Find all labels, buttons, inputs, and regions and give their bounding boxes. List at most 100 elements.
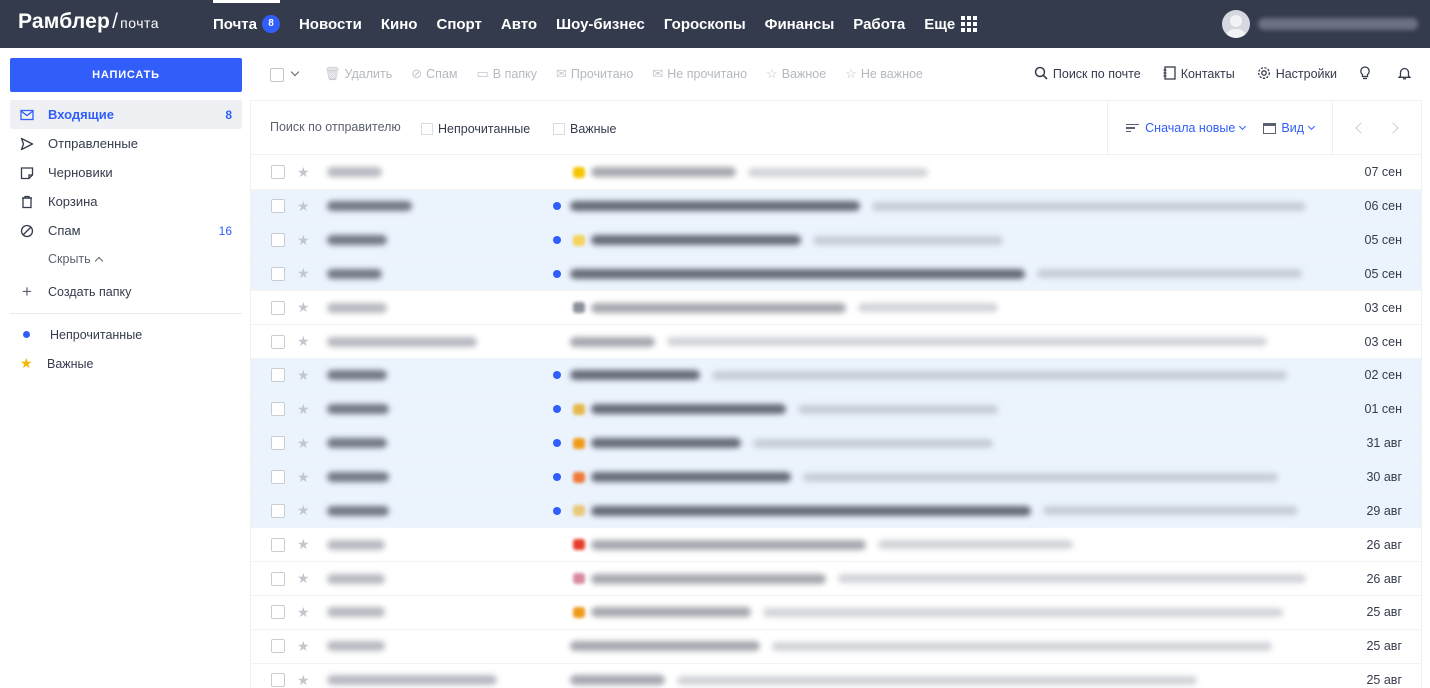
toolbar-action-star-off[interactable]: ☆ Не важное: [845, 66, 923, 82]
mail-checkbox[interactable]: [271, 165, 285, 180]
tips-button[interactable]: [1359, 65, 1376, 83]
mail-row[interactable]: ★ 25 авг: [251, 630, 1421, 664]
unread-dot-icon[interactable]: [553, 371, 561, 380]
mail-row[interactable]: ★ 03 сен: [251, 291, 1421, 326]
mail-row[interactable]: ★ 01 сен: [251, 392, 1421, 427]
mail-row[interactable]: ★ 07 сен: [251, 156, 1421, 190]
star-icon[interactable]: ★: [297, 435, 310, 452]
toolbar-action-envelope-open[interactable]: ✉ Прочитано: [556, 66, 633, 82]
search-by-sender[interactable]: Поиск по отправителю: [270, 120, 401, 134]
settings-button[interactable]: Настройки: [1257, 66, 1337, 83]
mail-row[interactable]: ★ 25 авг: [251, 664, 1421, 688]
star-icon[interactable]: ★: [297, 672, 310, 688]
sidebar-item-drafts[interactable]: Черновики: [10, 158, 242, 187]
compose-button[interactable]: НАПИСАТЬ: [10, 58, 242, 92]
star-icon[interactable]: ★: [297, 469, 310, 486]
unread-dot-icon[interactable]: [553, 269, 561, 278]
sidebar-item-trash[interactable]: Корзина: [10, 187, 242, 216]
toolbar-action-trash[interactable]: 🗑 Удалить: [324, 66, 392, 82]
star-icon[interactable]: ★: [297, 536, 310, 553]
star-icon[interactable]: ★: [297, 333, 310, 350]
mail-row[interactable]: ★ 05 сен: [251, 223, 1421, 258]
sidebar-item-spam[interactable]: Спам 16: [10, 216, 242, 245]
star-icon[interactable]: ★: [297, 502, 310, 519]
mail-checkbox[interactable]: [271, 402, 285, 417]
mail-checkbox[interactable]: [271, 334, 285, 349]
mail-checkbox[interactable]: [271, 605, 285, 620]
mail-checkbox[interactable]: [271, 233, 285, 248]
mail-checkbox[interactable]: [271, 571, 285, 586]
nav-item-horoscopes[interactable]: Гороскопы: [664, 16, 746, 33]
mail-row[interactable]: ★ 26 авг: [251, 562, 1421, 596]
star-icon[interactable]: ★: [297, 401, 310, 418]
mail-checkbox[interactable]: [271, 537, 285, 552]
toolbar-action-folder[interactable]: ▭ В папку: [477, 66, 537, 82]
sort-dropdown[interactable]: Сначала новые: [1107, 101, 1263, 155]
nav-item-sport[interactable]: Спорт: [436, 16, 481, 33]
nav-item-work[interactable]: Работа: [853, 16, 905, 33]
create-folder-button[interactable]: + Создать папку: [10, 273, 242, 311]
sidebar-filter-unread[interactable]: Непрочитанные: [10, 320, 242, 349]
rambler-mail-logo[interactable]: Рамблер/почта: [18, 10, 159, 34]
mail-checkbox[interactable]: [271, 266, 285, 281]
nav-item-mail[interactable]: Почта 8: [213, 0, 280, 33]
star-icon[interactable]: ★: [297, 299, 310, 316]
view-dropdown[interactable]: Вид: [1263, 101, 1332, 155]
select-dropdown-icon[interactable]: [290, 67, 300, 77]
mail-checkbox[interactable]: [271, 436, 285, 451]
star-icon[interactable]: ★: [297, 604, 310, 621]
unread-dot-icon[interactable]: [553, 506, 561, 515]
mail-row[interactable]: ★ 02 сен: [251, 359, 1421, 393]
unread-dot-icon[interactable]: [553, 236, 561, 245]
star-icon[interactable]: ★: [297, 638, 310, 655]
filter-important-checkbox[interactable]: Важные: [553, 122, 617, 136]
star-icon[interactable]: ★: [297, 367, 310, 384]
nav-item-finance[interactable]: Финансы: [765, 16, 835, 33]
next-page-icon[interactable]: [1387, 122, 1399, 134]
nav-item-auto[interactable]: Авто: [501, 16, 537, 33]
avatar[interactable]: [1222, 10, 1250, 38]
contacts-button[interactable]: Контакты: [1163, 65, 1235, 83]
nav-item-showbiz[interactable]: Шоу-бизнес: [556, 16, 645, 33]
mail-row[interactable]: ★ 25 авг: [251, 596, 1421, 630]
search-mail-button[interactable]: Поиск по почте: [1034, 66, 1141, 83]
sidebar-item-inbox[interactable]: Входящие 8: [10, 100, 242, 129]
star-icon[interactable]: ★: [297, 232, 310, 249]
user-menu[interactable]: [1222, 10, 1418, 38]
mail-checkbox[interactable]: [271, 503, 285, 518]
mail-checkbox[interactable]: [271, 368, 285, 383]
notifications-button[interactable]: [1397, 66, 1416, 83]
nav-item-more[interactable]: Еще: [924, 16, 978, 33]
nav-item-kino[interactable]: Кино: [381, 16, 418, 33]
star-icon[interactable]: ★: [297, 198, 310, 215]
prev-page-icon[interactable]: [1355, 122, 1367, 134]
toolbar-action-star[interactable]: ☆ Важное: [766, 66, 826, 82]
sidebar-item-sent[interactable]: Отправленные: [10, 129, 242, 158]
star-icon[interactable]: ★: [297, 164, 310, 181]
filter-unread-checkbox[interactable]: Непрочитанные: [421, 122, 530, 136]
sidebar-filter-important[interactable]: ★ Важные: [10, 349, 242, 378]
mail-row[interactable]: ★ 03 сен: [251, 325, 1421, 360]
mail-checkbox[interactable]: [271, 199, 285, 214]
unread-dot-icon[interactable]: [553, 202, 561, 211]
mail-checkbox[interactable]: [271, 470, 285, 485]
select-all-checkbox[interactable]: [270, 68, 284, 82]
star-icon[interactable]: ★: [297, 265, 310, 282]
toolbar-action-envelope[interactable]: ✉ Не прочитано: [652, 66, 747, 82]
mail-row[interactable]: ★ 31 авг: [251, 426, 1421, 461]
mail-row[interactable]: ★ 26 авг: [251, 528, 1421, 563]
toolbar-action-spam[interactable]: ⊘ Спам: [411, 66, 457, 82]
mail-row[interactable]: ★ 29 авг: [251, 494, 1421, 529]
star-icon[interactable]: ★: [297, 570, 310, 587]
mail-checkbox[interactable]: [271, 300, 285, 315]
hide-folders-link[interactable]: Скрыть: [10, 245, 242, 273]
mail-row[interactable]: ★ 30 авг: [251, 460, 1421, 495]
mail-row[interactable]: ★ 06 сен: [251, 189, 1421, 224]
unread-dot-icon[interactable]: [553, 405, 561, 414]
mail-checkbox[interactable]: [271, 639, 285, 654]
nav-item-news[interactable]: Новости: [299, 16, 362, 33]
unread-dot-icon[interactable]: [553, 439, 561, 448]
mail-row[interactable]: ★ 05 сен: [251, 257, 1421, 292]
mail-checkbox[interactable]: [271, 673, 285, 688]
unread-dot-icon[interactable]: [553, 473, 561, 482]
